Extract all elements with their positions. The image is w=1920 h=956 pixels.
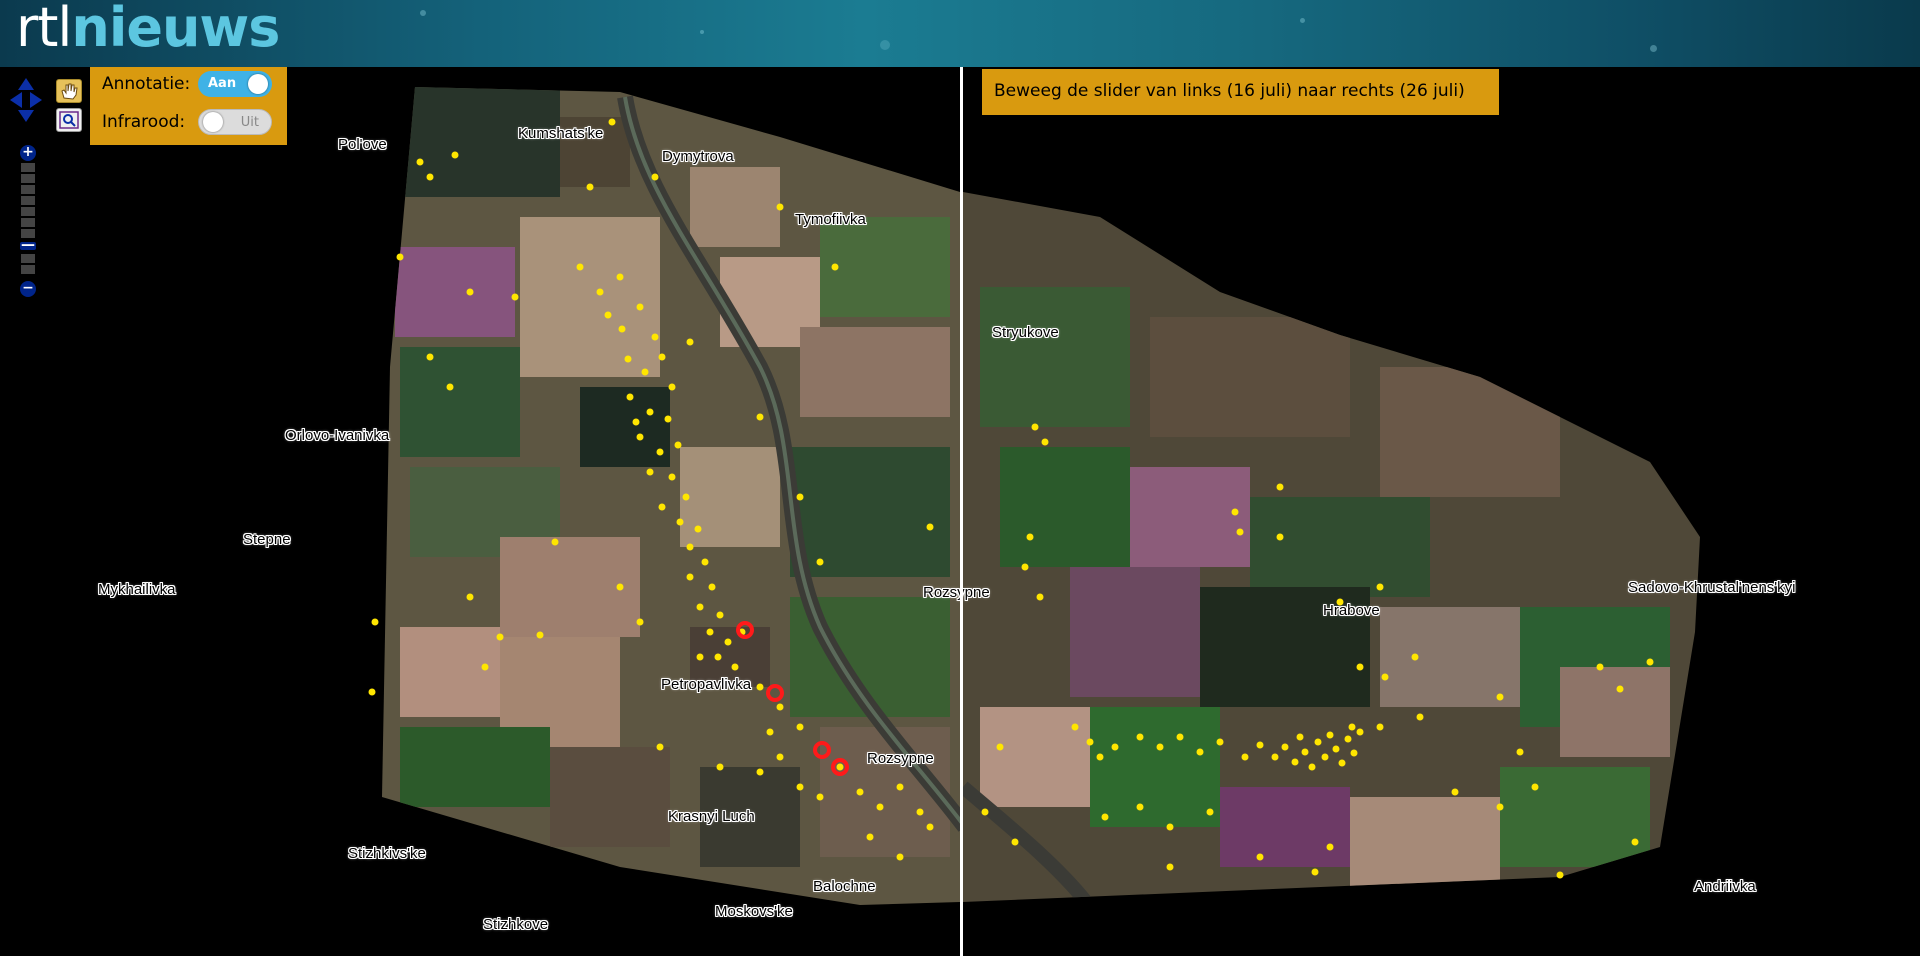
place-label: Rozsypne [867, 750, 934, 767]
zoom-slider-handle[interactable]: — [20, 238, 36, 252]
zoom-level-tick[interactable] [21, 174, 35, 183]
layer-controls: Annotatie: Aan Infrarood: Uit [90, 67, 287, 145]
zoom-level-tick[interactable] [21, 254, 35, 263]
infrarood-toggle[interactable]: Uit [198, 109, 272, 135]
logo-text-bold: nieuws [71, 0, 280, 59]
zoom-level-tick[interactable] [21, 185, 35, 194]
annotatie-label: Annotatie: [102, 74, 191, 94]
zoom-level-tick[interactable] [21, 265, 35, 274]
pan-left-icon[interactable] [10, 92, 22, 108]
place-label: Sadovo-Khrustal'nens'kyi [1628, 579, 1796, 596]
place-label: Pol'ove [338, 136, 387, 153]
toggle-knob [248, 74, 268, 94]
zoom-level-tick[interactable] [21, 196, 35, 205]
pan-down-icon[interactable] [18, 110, 34, 122]
place-label: Moskovs'ke [715, 903, 793, 920]
place-label: Stizhkivs'ke [348, 845, 426, 862]
satellite-image-july-16 [382, 87, 960, 905]
place-label: Mykhailivka [98, 581, 176, 598]
zoom-level-tick[interactable] [21, 218, 35, 227]
logo-text-light: rtl [16, 0, 72, 59]
site-header: rtlnieuws [0, 0, 1920, 67]
place-label: Hrabove [1323, 602, 1380, 619]
place-label: Kumshats'ke [518, 125, 604, 142]
place-label: Stryukove [992, 324, 1059, 341]
place-label: Orlovo-Ivanivka [285, 427, 390, 444]
minus-icon[interactable]: − [20, 281, 36, 297]
place-label: Rozsypne [923, 584, 990, 601]
hand-icon[interactable] [56, 79, 82, 103]
place-label: Petropavlivka [661, 676, 752, 693]
place-label: Andriivka [1694, 878, 1756, 895]
annotatie-toggle[interactable]: Aan [198, 71, 272, 97]
satellite-image-july-26 [963, 192, 1700, 902]
zoom-level-tick[interactable] [21, 229, 35, 238]
toggle-knob [203, 112, 223, 132]
infrarood-state: Uit [240, 115, 259, 130]
comparison-slider[interactable] [960, 67, 963, 956]
pan-right-icon[interactable] [30, 92, 42, 108]
zoom-box-icon[interactable] [56, 108, 82, 132]
annotatie-state: Aan [208, 76, 237, 91]
zoom-level-tick[interactable] [21, 163, 35, 172]
place-label: Tymofiivka [795, 211, 866, 228]
place-label: Dymytrova [662, 148, 734, 165]
infrarood-label: Infrarood: [102, 112, 186, 132]
place-label: Stepne [243, 531, 291, 548]
plus-icon[interactable]: + [20, 145, 36, 161]
place-label: Krasnyi Luch [668, 808, 755, 825]
zoom-level-tick[interactable] [21, 207, 35, 216]
place-label: Balochne [813, 878, 876, 895]
rtl-nieuws-logo[interactable]: rtlnieuws [16, 0, 280, 61]
slider-hint: Beweeg de slider van links (16 juli) naa… [982, 69, 1499, 115]
place-label: Stizhkove [483, 916, 549, 933]
pan-up-icon[interactable] [18, 78, 34, 90]
